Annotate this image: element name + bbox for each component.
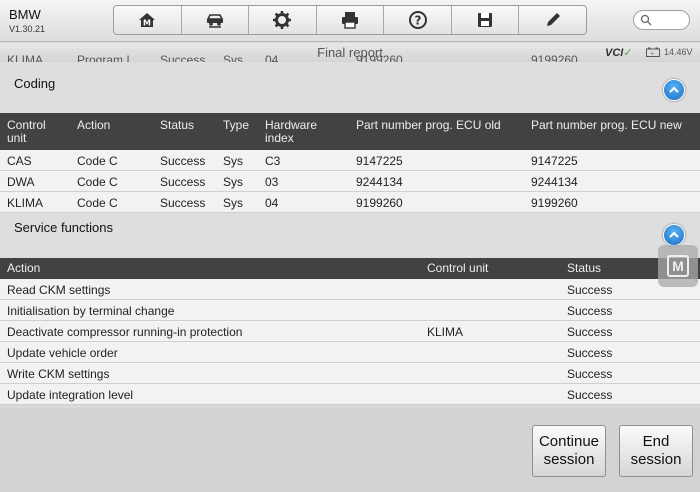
settings-button[interactable]: [249, 6, 317, 34]
edit-button[interactable]: [519, 6, 586, 34]
cell: Write CKM settings: [7, 367, 110, 381]
cell: KLIMA: [427, 325, 464, 339]
cell: Update vehicle order: [7, 346, 118, 360]
table-row: Read CKM settings Success: [0, 279, 700, 300]
report-header: KLIMA Program I Success Sys 04 9199260 9…: [0, 43, 700, 62]
cell: Deactivate compressor running-in protect…: [7, 325, 243, 339]
table-row: Deactivate compressor running-in protect…: [0, 321, 700, 342]
cell: Sys: [223, 154, 244, 168]
cell: Update integration level: [7, 388, 134, 402]
m-logo-icon: M: [667, 255, 689, 277]
col-control-unit: Control unit: [427, 261, 489, 275]
table-row: KLIMA Code C Success Sys 04 9199260 9199…: [0, 192, 700, 213]
service-title: Service functions: [14, 220, 113, 235]
cell: DWA: [7, 175, 35, 189]
cell: Sys: [223, 175, 244, 189]
svg-text:M: M: [143, 19, 151, 28]
cell: 9244134: [531, 175, 578, 189]
cell: Success: [567, 325, 613, 339]
col-part-old: Part number prog. ECU old: [356, 118, 501, 132]
svg-text:?: ?: [414, 14, 421, 28]
app-version: V1.30.21: [9, 24, 46, 34]
vci-label: VCI: [605, 47, 624, 59]
vci-status: VCI✓: [605, 46, 633, 59]
cell: 9147225: [356, 154, 403, 168]
pen-icon: [546, 13, 560, 26]
svg-text:+: +: [650, 51, 654, 57]
help-icon: ?: [408, 11, 427, 29]
cell: 9147225: [531, 154, 578, 168]
save-icon: [478, 13, 493, 27]
battery-icon: +: [646, 47, 660, 57]
col-status: Status: [160, 118, 195, 132]
cell: CAS: [7, 154, 32, 168]
home-button[interactable]: M: [114, 6, 182, 34]
cell: 04: [265, 196, 279, 210]
table-row: DWA Code C Success Sys 03 9244134 924413…: [0, 171, 700, 192]
service-section-header: Service functions: [0, 213, 700, 258]
cell: Success: [567, 283, 613, 297]
end-session-button[interactable]: End session: [619, 425, 693, 477]
action-bar: Continue session End session: [0, 408, 700, 492]
cell: 9199260: [531, 196, 578, 210]
col-part-new: Part number prog. ECU new: [531, 118, 682, 132]
home-icon: M: [139, 13, 156, 28]
page-title: Final report: [317, 45, 383, 60]
vci-connected-icon: ✓: [623, 47, 633, 59]
cell: Success: [160, 154, 206, 168]
continue-session-button[interactable]: Continue session: [532, 425, 606, 477]
table-row: CAS Code C Success Sys C3 9147225 914722…: [0, 150, 700, 171]
coding-section-header: Coding: [0, 62, 700, 113]
printer-icon: [342, 12, 359, 29]
cell: 9199260: [356, 196, 403, 210]
table-row: Initialisation by terminal change Succes…: [0, 300, 700, 321]
cell: Code C: [77, 154, 118, 168]
search-icon: [640, 14, 652, 26]
table-row: Update integration level Success: [0, 384, 700, 405]
brand: BMW V1.30.21: [9, 8, 45, 34]
battery-voltage: 14.46V: [664, 47, 693, 57]
table-row: Update vehicle order Success: [0, 342, 700, 363]
col-control-unit: Control unit: [7, 118, 46, 145]
cell: Success: [567, 388, 613, 402]
col-type: Type: [223, 118, 250, 132]
cell: Success: [160, 175, 206, 189]
col-hardware-index: Hardware index: [265, 118, 318, 145]
help-button[interactable]: ?: [384, 6, 452, 34]
service-collapse-button[interactable]: [663, 224, 685, 246]
cell: Success: [160, 196, 206, 210]
table-row: Write CKM settings Success: [0, 363, 700, 384]
coding-table-header: Control unit Action Status Type Hardware…: [0, 113, 700, 150]
col-action: Action: [77, 118, 111, 132]
cell: Code C: [77, 196, 118, 210]
floating-home-badge[interactable]: M: [658, 245, 698, 287]
vehicle-make: BMW: [9, 7, 41, 22]
cell: Success: [567, 304, 613, 318]
coding-title: Coding: [14, 76, 56, 91]
cell: Success: [567, 346, 613, 360]
col-action: Action: [7, 261, 41, 275]
gear-icon: [273, 11, 292, 29]
cell: C3: [265, 154, 281, 168]
chevron-up-icon: [669, 231, 679, 238]
toolbar-buttons: M ?: [113, 5, 587, 35]
cell: Success: [567, 367, 613, 381]
cell: 9244134: [356, 175, 403, 189]
coding-collapse-button[interactable]: [663, 79, 685, 101]
cell: Read CKM settings: [7, 283, 111, 297]
service-table-header: Action Control unit Status: [0, 258, 700, 279]
cell: KLIMA: [7, 196, 44, 210]
vehicle-swap-button[interactable]: [182, 6, 250, 34]
print-button[interactable]: [317, 6, 385, 34]
save-button[interactable]: [452, 6, 520, 34]
vehicle-swap-icon: [206, 14, 224, 28]
search-input[interactable]: [633, 10, 690, 30]
top-toolbar: BMW V1.30.21 M ?: [0, 0, 700, 42]
cell: Initialisation by terminal change: [7, 304, 175, 318]
chevron-up-icon: [669, 86, 679, 93]
col-status: Status: [567, 261, 602, 275]
cell: Sys: [223, 196, 244, 210]
cell: Code C: [77, 175, 118, 189]
cell: 03: [265, 175, 279, 189]
